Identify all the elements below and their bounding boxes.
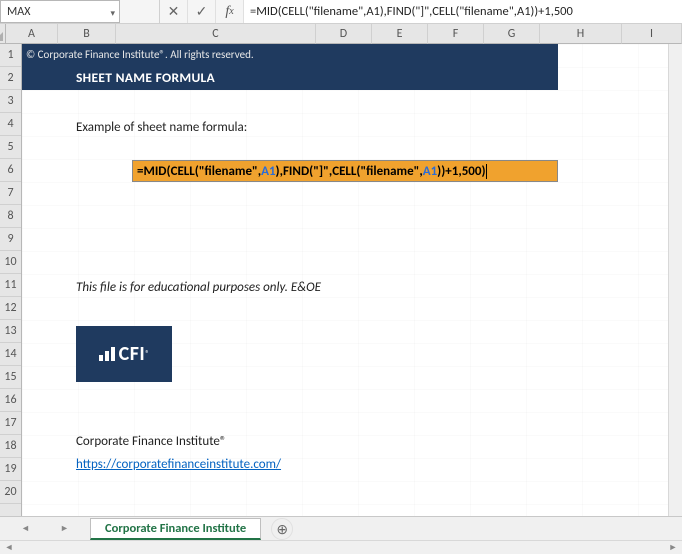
row-header[interactable]: 12	[0, 297, 21, 320]
column-header[interactable]: H	[540, 24, 622, 44]
formula-token: "filename"	[360, 164, 419, 179]
formula-token: =MID	[137, 164, 167, 179]
sheet-tab-bar: ◄ ► Corporate Finance Institute ⊕	[0, 516, 682, 540]
formula-token: CELL	[332, 164, 356, 179]
title-band: © Corporate Finance Institute®. All righ…	[22, 44, 558, 90]
formula-token: A1	[261, 164, 275, 179]
formula-bar-text: =MID(CELL("filename",A1),FIND("]",CELL("…	[250, 4, 573, 19]
cancel-formula-button[interactable]: ✕	[160, 0, 188, 23]
row-header[interactable]: 8	[0, 205, 21, 228]
sheet-tab-label: Corporate Finance Institute	[105, 521, 246, 536]
row-header[interactable]: 11	[0, 274, 21, 297]
row-header[interactable]: 6	[0, 159, 21, 182]
page-title: SHEET NAME FORMULA	[76, 69, 215, 86]
formula-bar-row: MAX ▾ ✕ ✓ fx =MID(CELL("filename",A1),FI…	[0, 0, 682, 24]
row-header[interactable]: 1	[0, 44, 21, 67]
registered-mark: ®	[145, 349, 149, 359]
column-header[interactable]: G	[484, 24, 540, 44]
cells-area[interactable]: © Corporate Finance Institute®. All righ…	[22, 44, 682, 522]
row-header[interactable]: 4	[0, 113, 21, 136]
name-box-value: MAX	[7, 5, 30, 19]
tab-nav-buttons[interactable]: ◄ ►	[0, 517, 90, 540]
row-header[interactable]: 13	[0, 320, 21, 343]
column-header[interactable]: I	[622, 24, 682, 44]
tab-nav-prev-icon[interactable]: ◄	[21, 523, 30, 534]
row-header[interactable]: 18	[0, 435, 21, 458]
text-cursor	[486, 164, 487, 179]
column-header-row: A B C D E F G H I	[0, 24, 682, 44]
bars-icon	[99, 347, 115, 361]
enter-formula-button[interactable]: ✓	[188, 0, 216, 23]
row-header[interactable]: 3	[0, 90, 21, 113]
company-name: Corporate Finance Institute®	[76, 434, 227, 449]
formula-token: "]"	[313, 164, 329, 179]
select-all-button[interactable]	[0, 24, 6, 44]
row-header[interactable]: 17	[0, 412, 21, 435]
formula-token: +1,500	[445, 164, 481, 179]
scroll-right-icon[interactable]: ►	[666, 542, 680, 554]
tab-nav-next-icon[interactable]: ►	[60, 523, 69, 534]
row-header[interactable]: 2	[0, 67, 21, 90]
worksheet-grid[interactable]: 1 2 3 4 5 6 7 8 9 10 11 12 13 14 15 16 1…	[0, 44, 682, 522]
horizontal-scrollbar[interactable]: ◄ ►	[0, 540, 682, 554]
row-header[interactable]: 14	[0, 343, 21, 366]
row-header[interactable]: 7	[0, 182, 21, 205]
name-box[interactable]: MAX ▾	[0, 0, 120, 23]
logo-text: CFI	[119, 342, 146, 366]
row-header[interactable]: 20	[0, 481, 21, 504]
active-cell-c6[interactable]: =MID(CELL("filename",A1),FIND("]",CELL("…	[132, 160, 558, 182]
column-header[interactable]: A	[6, 24, 58, 44]
formula-token: A1	[423, 164, 437, 179]
add-sheet-button[interactable]: ⊕	[271, 518, 293, 540]
row-headers: 1 2 3 4 5 6 7 8 9 10 11 12 13 14 15 16 1…	[0, 44, 22, 522]
row-header[interactable]: 16	[0, 389, 21, 412]
company-link[interactable]: https://corporatefinanceinstitute.com/	[76, 457, 281, 472]
row-header[interactable]: 10	[0, 251, 21, 274]
column-header[interactable]: F	[428, 24, 484, 44]
chevron-down-icon[interactable]: ▾	[110, 8, 115, 19]
formula-token: CELL	[171, 164, 195, 179]
column-header[interactable]: E	[372, 24, 428, 44]
scroll-left-icon[interactable]: ◄	[2, 542, 16, 554]
row-header[interactable]: 5	[0, 136, 21, 159]
sheet-tab-active[interactable]: Corporate Finance Institute	[90, 518, 261, 540]
formula-bar-spacer	[120, 0, 160, 23]
column-header[interactable]: B	[58, 24, 116, 44]
insert-function-button[interactable]: fx	[216, 0, 244, 23]
copyright-text: © Corporate Finance Institute®. All righ…	[26, 48, 254, 61]
column-header[interactable]: D	[316, 24, 372, 44]
row-header[interactable]: 15	[0, 366, 21, 389]
formula-token: "filename"	[199, 164, 258, 179]
column-header[interactable]: C	[116, 24, 316, 44]
row-header[interactable]: 9	[0, 228, 21, 251]
row-header[interactable]: 19	[0, 458, 21, 481]
formula-token: FIND	[283, 164, 309, 179]
example-label: Example of sheet name formula:	[76, 120, 247, 135]
cfi-logo: CFI®	[76, 326, 172, 382]
vertical-scrollbar[interactable]	[668, 44, 682, 516]
formula-bar-input[interactable]: =MID(CELL("filename",A1),FIND("]",CELL("…	[244, 0, 682, 23]
disclaimer-text: This file is for educational purposes on…	[76, 280, 321, 295]
